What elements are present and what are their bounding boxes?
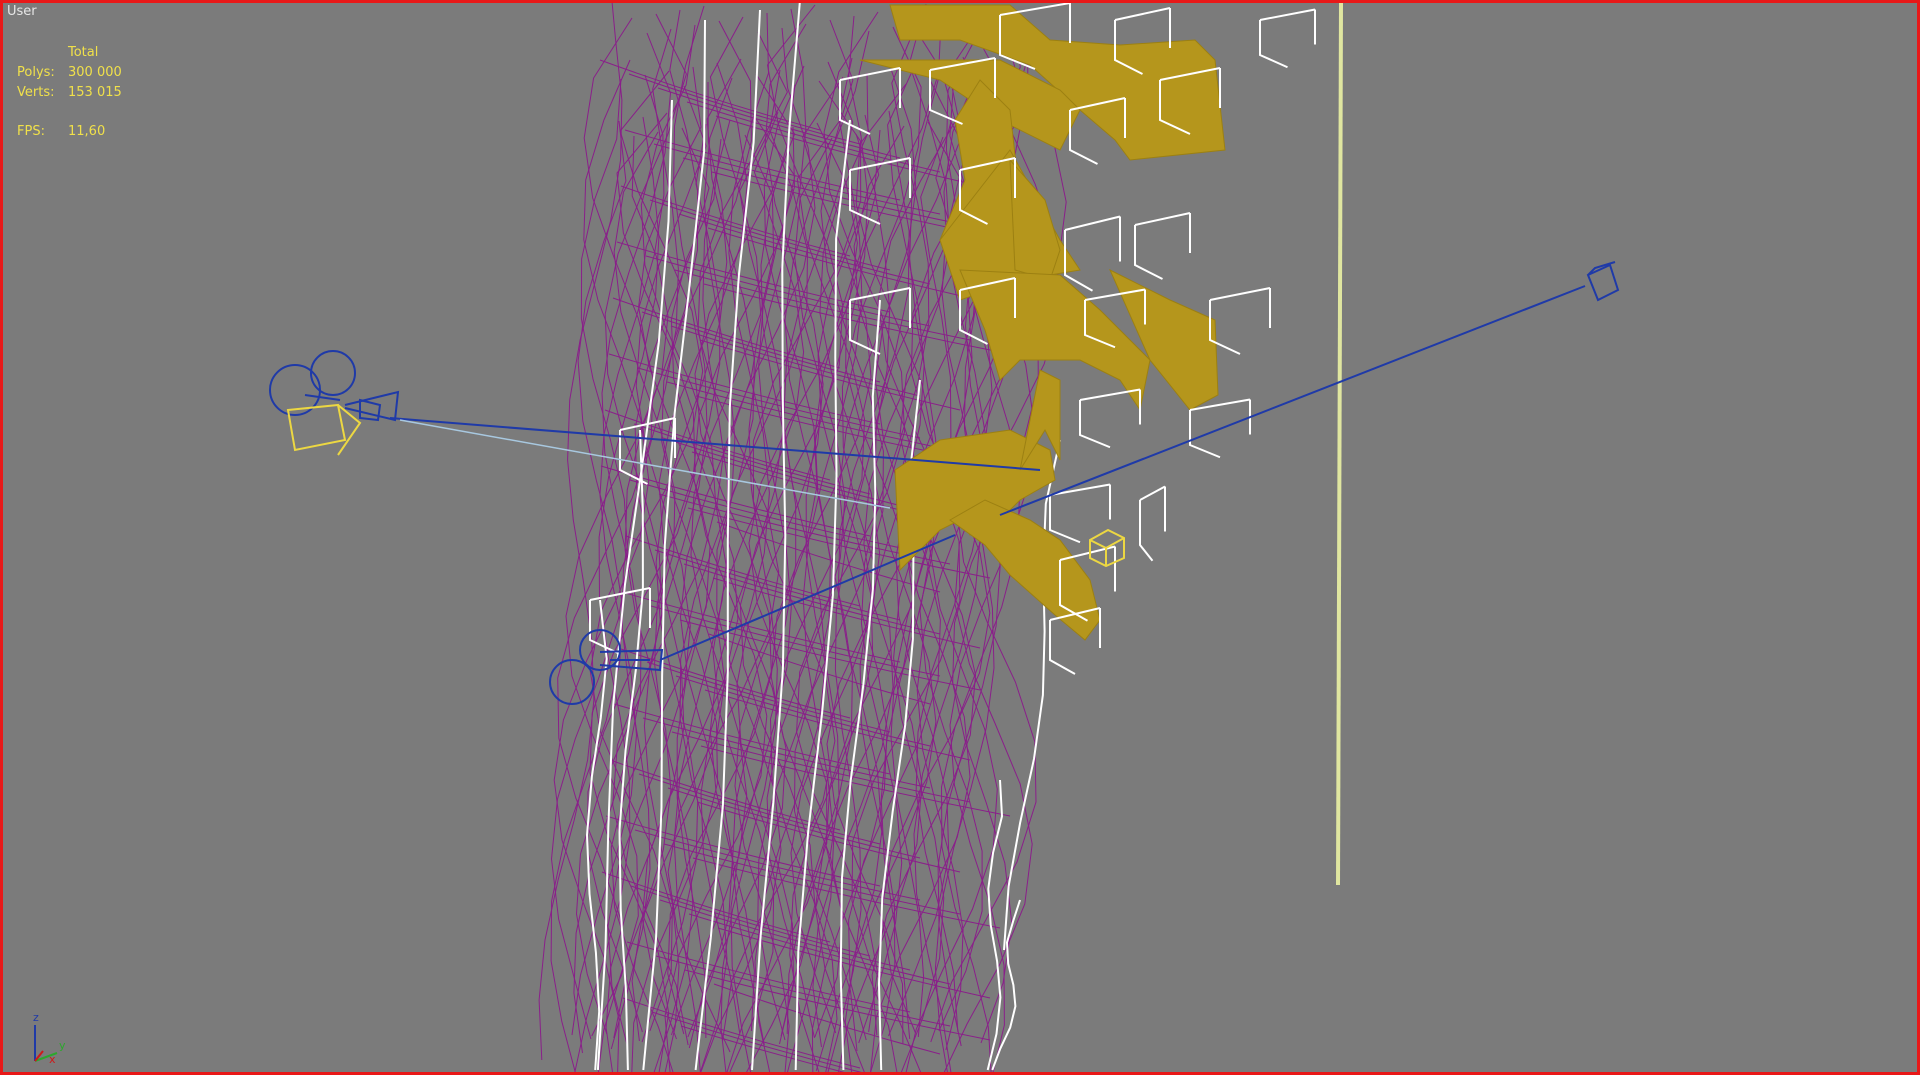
wire-strand [682, 157, 981, 229]
camera-target-icon[interactable] [1586, 261, 1620, 302]
frame-box [1209, 287, 1271, 355]
camera-icon[interactable] [286, 403, 362, 456]
frame-box [1134, 212, 1191, 280]
axis-y-label: y [59, 1039, 66, 1052]
frame-box [1139, 485, 1166, 562]
frame-box [1079, 388, 1141, 449]
wire-strand [628, 73, 861, 145]
axis-z-label: z [33, 1011, 39, 1024]
frame-box [1259, 8, 1316, 69]
vertical-guide-line[interactable] [1336, 3, 1343, 886]
wire-strand [789, 114, 880, 1072]
scene-canvas[interactable] [3, 3, 1917, 1072]
wire-strand [694, 9, 761, 1071]
frame-box [1064, 215, 1121, 292]
wire-strand [599, 59, 821, 131]
wire-strand [651, 1011, 862, 1072]
axis-gizmo: z y x [27, 1011, 73, 1069]
selected-target-icon[interactable] [1089, 528, 1125, 568]
viewport-user[interactable]: User Total Polys: 300 000 Verts: 153 015 F… [0, 0, 1920, 1075]
axis-x-label: x [49, 1053, 56, 1066]
wire-strand [700, 69, 809, 1072]
wire-strand [688, 913, 951, 985]
